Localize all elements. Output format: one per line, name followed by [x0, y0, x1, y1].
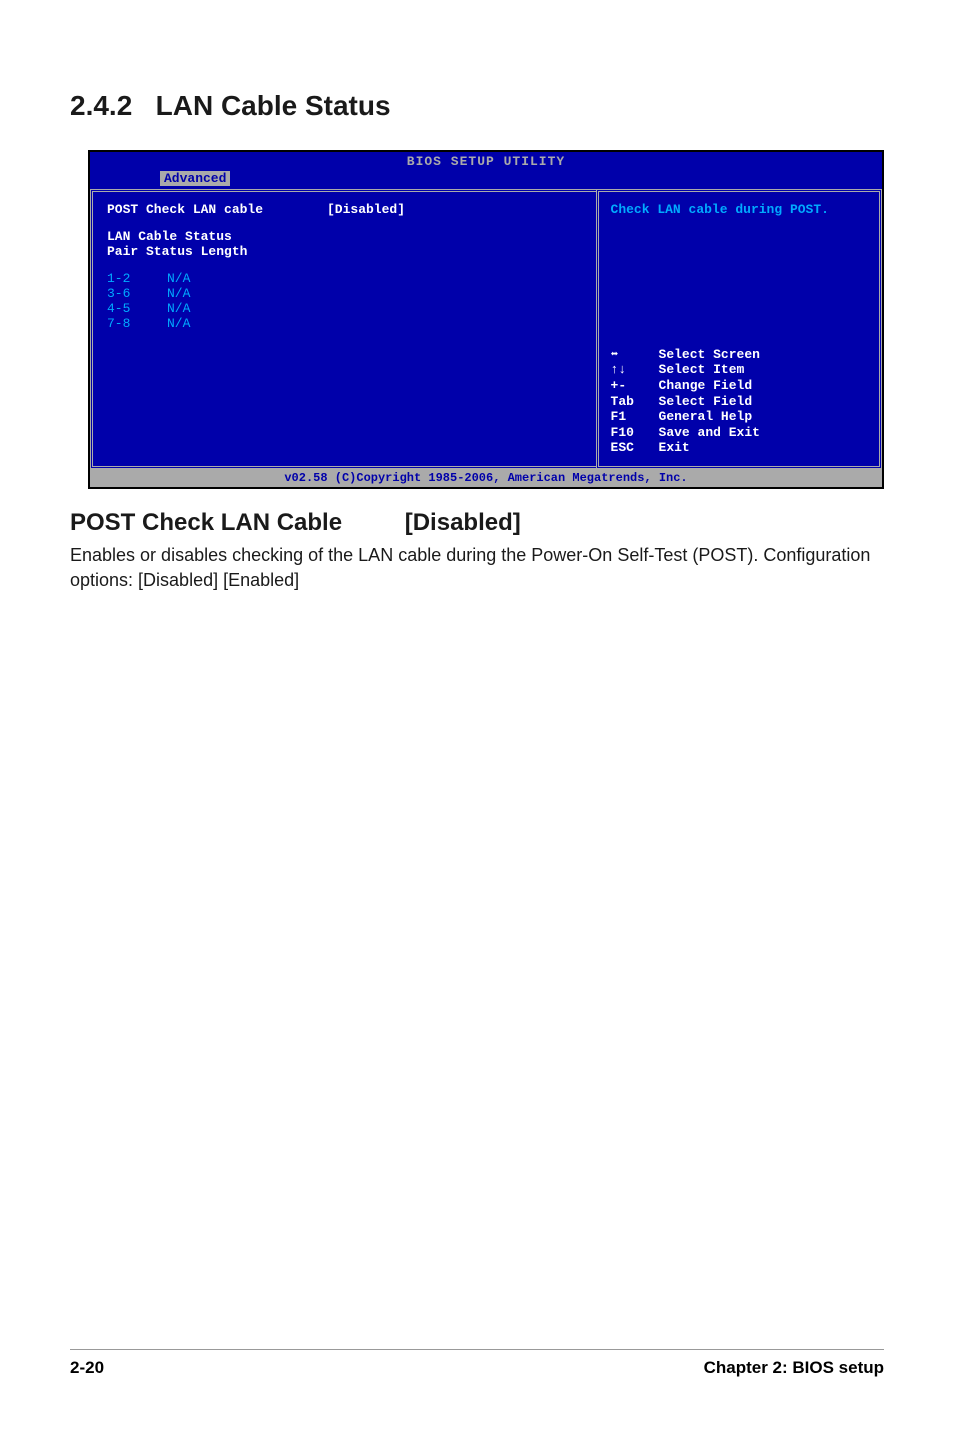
page-number: 2-20 — [70, 1358, 104, 1378]
nav-key: ESC — [611, 440, 659, 456]
pair-cell: 3-6 — [107, 286, 167, 301]
status-cell: N/A — [167, 301, 207, 316]
nav-key: Tab — [611, 394, 659, 410]
nav-label: General Help — [659, 409, 753, 425]
arrows-vertical-icon: ↑↓ — [611, 362, 659, 378]
nav-help: ⬌ Select Screen ↑↓ Select Item +- Change… — [611, 347, 867, 456]
setting-value: [Disabled] — [327, 202, 405, 217]
table-row: 3-6 N/A — [107, 286, 582, 301]
bios-footer: v02.58 (C)Copyright 1985-2006, American … — [90, 469, 882, 487]
arrows-horizontal-icon: ⬌ — [611, 347, 659, 363]
lan-table-header: Pair Status Length — [107, 244, 582, 259]
nav-row-screen: ⬌ Select Screen — [611, 347, 867, 363]
status-cell: N/A — [167, 316, 207, 331]
table-row: 1-2 N/A — [107, 271, 582, 286]
section-title: 2.4.2 LAN Cable Status — [70, 90, 884, 122]
status-cell: N/A — [167, 286, 207, 301]
nav-label: Select Field — [659, 394, 753, 410]
bios-body: POST Check LAN cable [Disabled] LAN Cabl… — [90, 189, 882, 469]
table-row: 7-8 N/A — [107, 316, 582, 331]
nav-key: +- — [611, 378, 659, 394]
status-cell: N/A — [167, 271, 207, 286]
bios-right-panel: Check LAN cable during POST. ⬌ Select Sc… — [596, 189, 882, 469]
nav-key: F10 — [611, 425, 659, 441]
nav-row-change: +- Change Field — [611, 378, 867, 394]
nav-row-help: F1 General Help — [611, 409, 867, 425]
subsection-description: Enables or disables checking of the LAN … — [70, 543, 884, 593]
nav-row-item: ↑↓ Select Item — [611, 362, 867, 378]
section-name: LAN Cable Status — [156, 90, 391, 121]
subsection-title: POST Check LAN Cable [Disabled] — [70, 509, 884, 537]
bios-left-panel: POST Check LAN cable [Disabled] LAN Cabl… — [90, 189, 596, 469]
pair-cell: 4-5 — [107, 301, 167, 316]
lan-status-header: LAN Cable Status — [107, 229, 582, 244]
setting-row[interactable]: POST Check LAN cable [Disabled] — [107, 202, 582, 217]
nav-row-save: F10 Save and Exit — [611, 425, 867, 441]
nav-label: Select Screen — [659, 347, 760, 363]
subsection-value: [Disabled] — [405, 509, 521, 537]
bios-tabs: Advanced — [90, 171, 882, 189]
nav-row-select: Tab Select Field — [611, 394, 867, 410]
chapter-label: Chapter 2: BIOS setup — [704, 1358, 884, 1378]
bios-header: BIOS SETUP UTILITY — [90, 152, 882, 171]
setting-label: POST Check LAN cable — [107, 202, 327, 217]
table-row: 4-5 N/A — [107, 301, 582, 316]
nav-label: Exit — [659, 440, 690, 456]
context-help: Check LAN cable during POST. — [611, 202, 867, 217]
page-footer: 2-20 Chapter 2: BIOS setup — [70, 1349, 884, 1378]
nav-label: Select Item — [659, 362, 745, 378]
nav-row-exit: ESC Exit — [611, 440, 867, 456]
pair-cell: 1-2 — [107, 271, 167, 286]
subsection-name: POST Check LAN Cable — [70, 509, 342, 536]
nav-label: Change Field — [659, 378, 753, 394]
nav-label: Save and Exit — [659, 425, 760, 441]
tab-advanced[interactable]: Advanced — [160, 171, 230, 186]
section-number: 2.4.2 — [70, 90, 132, 121]
nav-key: F1 — [611, 409, 659, 425]
spacer — [107, 259, 582, 271]
bios-screen: BIOS SETUP UTILITY Advanced POST Check L… — [88, 150, 884, 489]
pair-cell: 7-8 — [107, 316, 167, 331]
